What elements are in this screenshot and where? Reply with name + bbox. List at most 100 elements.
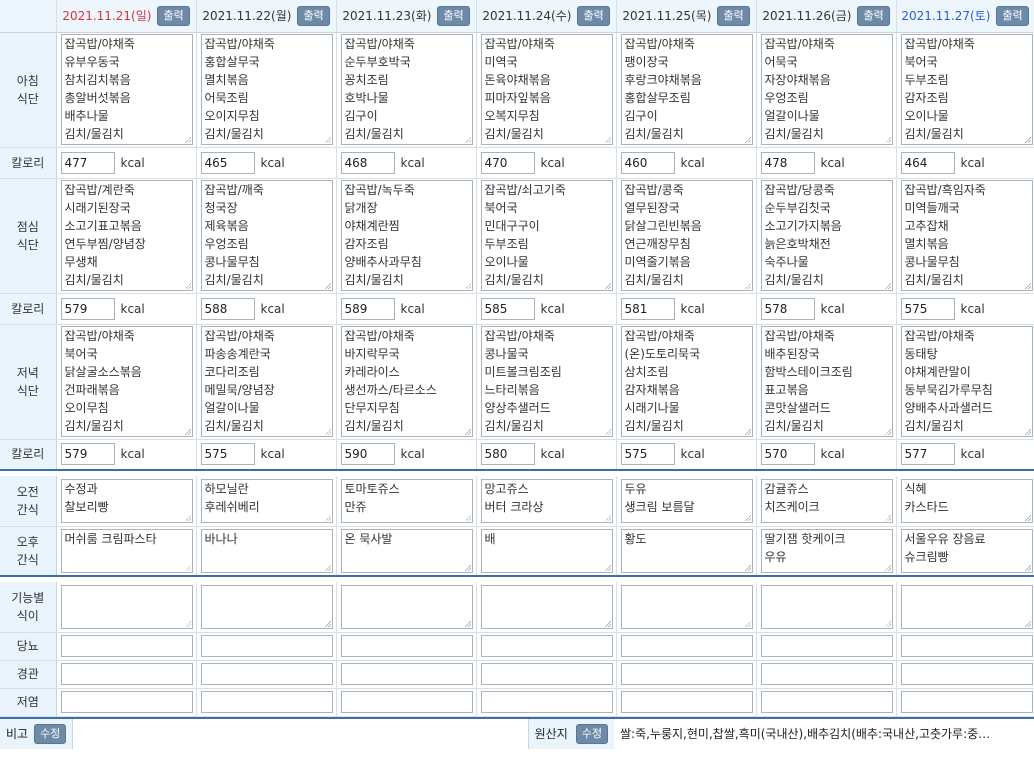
print-button[interactable]: 출력 xyxy=(437,5,470,26)
dinner-menu-textarea[interactable]: 잡곡밥/야채죽 콩나물국 미트볼크림조림 느타리볶음 양상추샐러드 김치/물김치 xyxy=(480,326,613,437)
calorie-input[interactable]: 575 xyxy=(620,443,675,466)
dinner-menu-textarea[interactable]: 잡곡밥/야채죽 파송송계란국 코다리조림 메밀묵/양념장 얼갈이나물 김치/물김… xyxy=(200,326,333,437)
diabetes-textarea[interactable] xyxy=(200,635,333,657)
low_salt-textarea[interactable] xyxy=(760,691,893,713)
lunch-menu-textarea[interactable]: 잡곡밥/흑임자죽 미역들깨국 고추잡채 멸치볶음 콩나물무침 김치/물김치 xyxy=(900,180,1033,291)
dinner-menu-textarea[interactable]: 잡곡밥/야채죽 바지락무국 카레라이스 생선까스/타르소스 단무지무침 김치/물… xyxy=(340,326,473,437)
print-button[interactable]: 출력 xyxy=(996,5,1029,26)
low_salt-textarea[interactable] xyxy=(340,691,473,713)
functional-textarea[interactable] xyxy=(900,584,1033,629)
pm_snack-textarea[interactable]: 딸기잼 핫케이크 우유 xyxy=(760,528,893,573)
lunch-menu-textarea[interactable]: 잡곡밥/깨죽 청국장 제육볶음 우엉조림 콩나물무침 김치/물김치 xyxy=(200,180,333,291)
kcal-unit: kcal xyxy=(260,447,285,462)
calorie-input[interactable]: 580 xyxy=(480,443,535,466)
lunch-menu-textarea[interactable]: 잡곡밥/녹두죽 닭개장 야채계란찜 감자조림 양배추사과무침 김치/물김치 xyxy=(340,180,473,291)
diabetes-textarea[interactable] xyxy=(340,635,473,657)
am_snack-textarea[interactable]: 두유 생크림 보름달 xyxy=(620,478,753,523)
am_snack-textarea[interactable]: 토마토쥬스 만쥬 xyxy=(340,478,473,523)
origin-edit-button[interactable]: 수정 xyxy=(575,723,608,744)
diabetes-textarea[interactable] xyxy=(900,635,1033,657)
am_snack-textarea[interactable]: 하모닐란 후레쉬베리 xyxy=(200,478,333,523)
calorie-input[interactable]: 585 xyxy=(480,297,535,320)
functional-textarea[interactable] xyxy=(480,584,613,629)
lunch-menu-textarea[interactable]: 잡곡밥/쇠고기죽 북어국 민대구구이 두부조림 오이나물 김치/물김치 xyxy=(480,180,613,291)
calorie-input[interactable]: 575 xyxy=(200,443,255,466)
am_snack-textarea[interactable]: 감귤쥬스 치즈케이크 xyxy=(760,478,893,523)
dinner-menu-textarea[interactable]: 잡곡밥/야채죽 배추된장국 함박스테이크조림 표고볶음 콘맛살샐러드 김치/물김… xyxy=(760,326,893,437)
diabetes-textarea[interactable] xyxy=(620,635,753,657)
low_salt-textarea[interactable] xyxy=(200,691,333,713)
functional-textarea[interactable] xyxy=(340,584,473,629)
diabetes-textarea[interactable] xyxy=(480,635,613,657)
calorie-cell: 575 kcal xyxy=(896,293,1034,325)
calorie-input[interactable]: 588 xyxy=(200,297,255,320)
calorie-input[interactable]: 464 xyxy=(900,151,955,174)
calorie-input[interactable]: 460 xyxy=(620,151,675,174)
breakfast-menu-textarea[interactable]: 잡곡밥/야채죽 팽이장국 후랑크야채볶음 홍합살무조림 김구이 김치/물김치 xyxy=(620,34,753,145)
tube-textarea[interactable] xyxy=(620,663,753,685)
tube-textarea[interactable] xyxy=(60,663,193,685)
print-button[interactable]: 출력 xyxy=(857,5,890,26)
pm_snack-textarea[interactable]: 바나나 xyxy=(200,528,333,573)
dinner-menu-textarea[interactable]: 잡곡밥/야채죽 북어국 닭살굴소스볶음 건파래볶음 오이무침 김치/물김치 xyxy=(60,326,193,437)
am_snack-textarea[interactable]: 수정과 찰보리빵 xyxy=(60,478,193,523)
tube-textarea[interactable] xyxy=(340,663,473,685)
calorie-input[interactable]: 575 xyxy=(900,297,955,320)
low_salt-textarea[interactable] xyxy=(60,691,193,713)
pm_snack-textarea[interactable]: 배 xyxy=(480,528,613,573)
pm_snack-textarea[interactable]: 머쉬룸 크림파스타 xyxy=(60,528,193,573)
pm_snack-textarea[interactable]: 황도 xyxy=(620,528,753,573)
calorie-input[interactable]: 590 xyxy=(340,443,395,466)
diabetes-textarea[interactable] xyxy=(760,635,893,657)
breakfast-menu-textarea[interactable]: 잡곡밥/야채죽 미역국 돈육야채볶음 피마자잎볶음 오복지무침 김치/물김치 xyxy=(480,34,613,145)
functional-textarea[interactable] xyxy=(200,584,333,629)
calorie-input[interactable]: 579 xyxy=(60,443,115,466)
tube-textarea[interactable] xyxy=(480,663,613,685)
breakfast-menu-textarea[interactable]: 잡곡밥/야채죽 북어국 두부조림 감자조림 오이나물 김치/물김치 xyxy=(900,34,1033,145)
calorie-input[interactable]: 570 xyxy=(760,443,815,466)
breakfast-menu-textarea[interactable]: 잡곡밥/야채죽 순두부호박국 꽁치조림 호박나물 김구이 김치/물김치 xyxy=(340,34,473,145)
calorie-input[interactable]: 468 xyxy=(340,151,395,174)
tube-textarea[interactable] xyxy=(200,663,333,685)
breakfast-menu-textarea[interactable]: 잡곡밥/야채죽 어묵국 자장야채볶음 우엉조림 얼갈이나물 김치/물김치 xyxy=(760,34,893,145)
calorie-cell: 468 kcal xyxy=(336,147,477,179)
note-value[interactable] xyxy=(73,719,527,749)
tube-textarea[interactable] xyxy=(760,663,893,685)
note-edit-button[interactable]: 수정 xyxy=(34,723,67,744)
calorie-input[interactable]: 589 xyxy=(340,297,395,320)
print-button[interactable]: 출력 xyxy=(297,5,330,26)
calorie-input[interactable]: 579 xyxy=(60,297,115,320)
calorie-input[interactable]: 478 xyxy=(760,151,815,174)
print-button[interactable]: 출력 xyxy=(157,5,190,26)
calorie-input[interactable]: 581 xyxy=(620,297,675,320)
calorie-input[interactable]: 465 xyxy=(200,151,255,174)
print-button[interactable]: 출력 xyxy=(717,5,750,26)
tube-textarea[interactable] xyxy=(900,663,1033,685)
lunch-menu-textarea[interactable]: 잡곡밥/당콩죽 순두부김칫국 소고기가지볶음 늙은호박채전 숙주나물 김치/물김… xyxy=(760,180,893,291)
breakfast-menu-textarea[interactable]: 잡곡밥/야채죽 유부우동국 참치김치볶음 총알버섯볶음 배추나물 김치/물김치 xyxy=(60,34,193,145)
lunch-menu-textarea[interactable]: 잡곡밥/계란죽 시래기된장국 소고기표고볶음 연두부찜/양념장 무생채 김치/물… xyxy=(60,180,193,291)
calorie-input[interactable]: 477 xyxy=(60,151,115,174)
breakfast-menu-textarea[interactable]: 잡곡밥/야채죽 홍합살무국 멸치볶음 어묵조림 오이지무침 김치/물김치 xyxy=(200,34,333,145)
calorie-input[interactable]: 470 xyxy=(480,151,535,174)
functional-cell xyxy=(196,582,337,633)
calorie-input[interactable]: 578 xyxy=(760,297,815,320)
low_salt-textarea[interactable] xyxy=(900,691,1033,713)
dinner-menu-textarea[interactable]: 잡곡밥/야채죽 (온)도토리묵국 삼치조림 감자채볶음 시래기나물 김치/물김치 xyxy=(620,326,753,437)
functional-textarea[interactable] xyxy=(760,584,893,629)
dinner-row: 저녁 식단 잡곡밥/야채죽 북어국 닭살굴소스볶음 건파래볶음 오이무침 김치/물김… xyxy=(0,324,1034,440)
lunch-cell: 잡곡밥/쇠고기죽 북어국 민대구구이 두부조림 오이나물 김치/물김치 xyxy=(476,178,617,294)
functional-textarea[interactable] xyxy=(60,584,193,629)
pm_snack-textarea[interactable]: 서울우유 장음료 슈크림빵 xyxy=(900,528,1033,573)
am_snack-textarea[interactable]: 식혜 카스타드 xyxy=(900,478,1033,523)
lunch-menu-textarea[interactable]: 잡곡밥/콩죽 열무된장국 닭살그린빈볶음 연근깨장무침 미역줄기볶음 김치/물김… xyxy=(620,180,753,291)
diabetes-textarea[interactable] xyxy=(60,635,193,657)
functional-textarea[interactable] xyxy=(620,584,753,629)
pm_snack-textarea[interactable]: 온 묵사발 xyxy=(340,528,473,573)
dinner-menu-textarea[interactable]: 잡곡밥/야채죽 동태탕 야채계란말이 동부묵김가루무침 양배추사과샐러드 김치/… xyxy=(900,326,1033,437)
print-button[interactable]: 출력 xyxy=(577,5,610,26)
calorie-input[interactable]: 577 xyxy=(900,443,955,466)
low_salt-textarea[interactable] xyxy=(480,691,613,713)
am_snack-textarea[interactable]: 망고쥬스 버터 크라상 xyxy=(480,478,613,523)
low_salt-textarea[interactable] xyxy=(620,691,753,713)
